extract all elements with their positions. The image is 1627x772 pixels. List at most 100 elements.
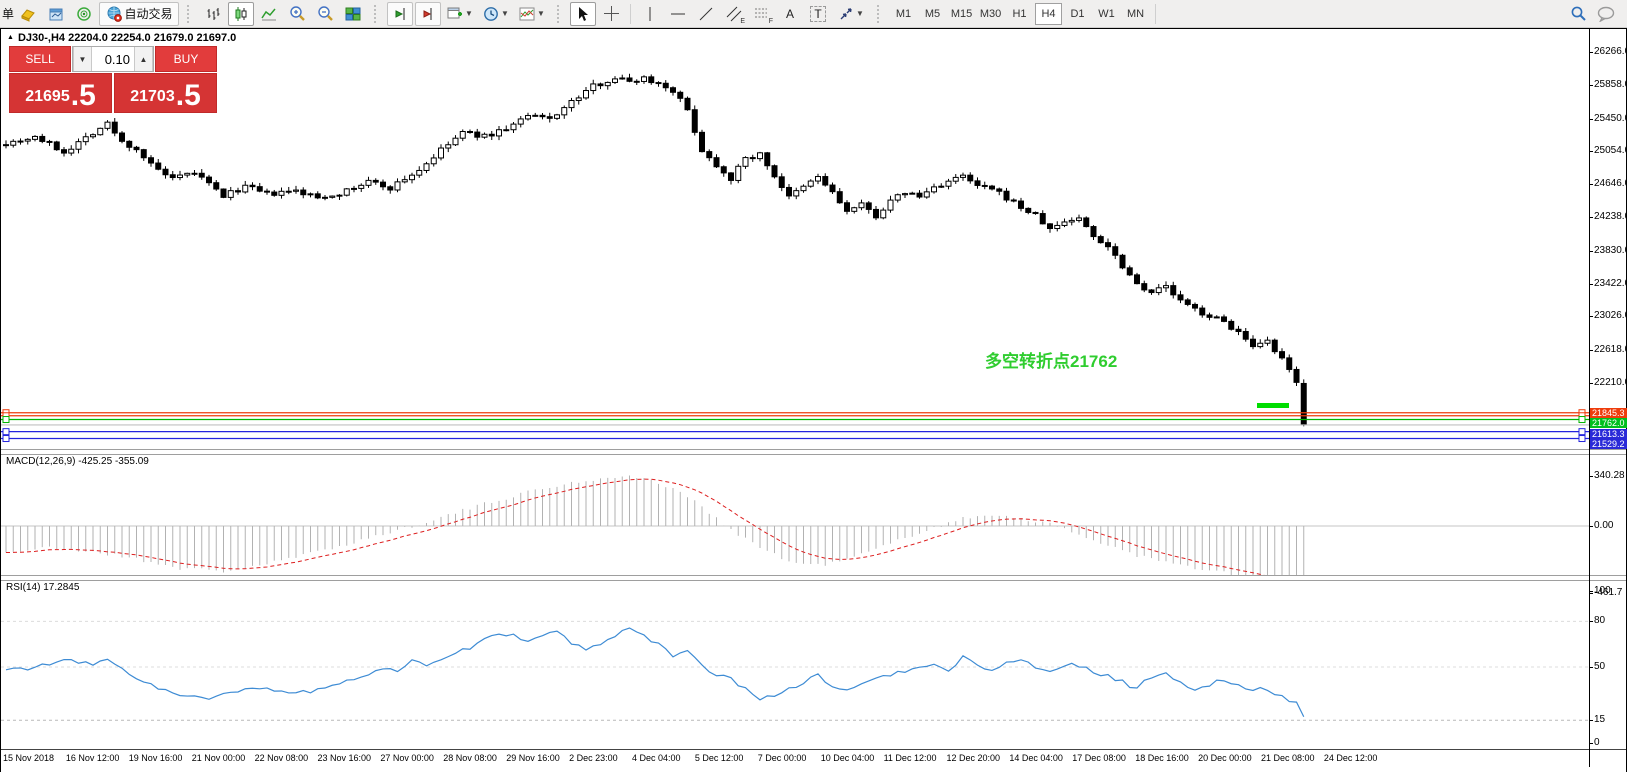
top-toolbar: 单 自动交易 [0,0,1627,28]
text-tool-icon[interactable]: A [777,2,803,26]
label-tool-label: T [810,6,825,22]
candlestick-chart[interactable] [1,29,1626,449]
new-chart-button[interactable]: ▼ [443,2,477,26]
volume-decrease-button[interactable]: ▼ [73,47,92,71]
vertical-line-tool-icon[interactable] [637,2,663,26]
cursor-tool-icon[interactable] [570,2,596,26]
macd-chart[interactable] [1,453,1626,575]
macd-axis-tick [1589,593,1593,594]
sell-price-display[interactable]: 21695 .5 [9,73,112,113]
volume-input[interactable]: 0.10 [92,47,134,71]
channel-sub-label: E [740,18,745,25]
auto-scroll-icon[interactable] [387,2,413,26]
time-axis-label: 4 Dec 04:00 [632,753,681,763]
buy-price-main: 21703 [130,88,175,112]
zoom-out-icon[interactable] [312,2,338,26]
chart-title: ▲ DJ30-,H4 22204.0 22254.0 21679.0 21697.… [7,32,236,44]
autotrading-button[interactable]: 自动交易 [99,2,179,26]
rsi-axis-label: 15 [1594,714,1605,725]
rsi-pane[interactable]: RSI(14) 17.2845 [1,579,1626,749]
toolbar-separator [630,4,631,24]
chart-shift-icon[interactable] [415,2,441,26]
fibonacci-tool-icon[interactable]: F [749,2,775,26]
time-axis-label: 24 Dec 12:00 [1324,753,1378,763]
dropdown-arrow-icon: ▼ [537,9,545,18]
search-icon[interactable] [1565,2,1591,26]
timeframe-button-h1[interactable]: H1 [1006,3,1033,25]
toolbar-separator [877,5,884,23]
time-axis-label: 28 Nov 08:00 [443,753,497,763]
trendline-tool-icon[interactable] [693,2,719,26]
sell-price-main: 21695 [25,88,70,112]
macd-pane[interactable]: MACD(12,26,9) -425.25 -355.09 [1,453,1626,575]
time-axis[interactable]: 15 Nov 201816 Nov 12:0019 Nov 16:0021 No… [1,749,1626,768]
time-axis-label: 18 Dec 16:00 [1135,753,1189,763]
sell-button[interactable]: SELL [9,46,71,72]
toolbar-separator [1155,4,1156,24]
time-axis-label: 2 Dec 23:00 [569,753,618,763]
rsi-axis-tick [1589,621,1593,622]
chart-annotation-text[interactable]: 多空转折点21762 [985,347,1117,372]
timeframe-toolbar: M1M5M15M30H1H4D1W1MN [889,3,1150,25]
volume-increase-button[interactable]: ▲ [134,47,153,71]
time-axis-label: 29 Nov 16:00 [506,753,560,763]
chat-icon[interactable] [1593,2,1619,26]
buy-price-display[interactable]: 21703 .5 [114,73,217,113]
timeframe-button-m1[interactable]: M1 [890,3,917,25]
time-axis-label: 11 Dec 12:00 [884,753,937,763]
arrows-tool-icon[interactable]: ▼ [833,2,869,26]
macd-axis-label: 0.00 [1594,520,1613,531]
timeframe-button-m30[interactable]: M30 [977,3,1004,25]
autotrading-icon [106,6,122,22]
main-price-pane[interactable]: ▲ DJ30-,H4 22204.0 22254.0 21679.0 21697.… [1,29,1626,449]
rsi-chart[interactable] [1,579,1626,749]
horizontal-line-tool-icon[interactable] [665,2,691,26]
timeframe-button-d1[interactable]: D1 [1064,3,1091,25]
new-order-button[interactable]: 单 [2,5,14,22]
zoom-in-icon[interactable] [284,2,310,26]
price-axis-label: 25054.0 [1594,145,1627,156]
dropdown-arrow-icon: ▼ [465,9,473,18]
price-axis-label: 23026.0 [1594,310,1627,321]
mt4-application: 单 自动交易 [0,0,1627,772]
time-axis-label: 5 Dec 12:00 [695,753,744,763]
bar-chart-type-icon[interactable] [200,2,226,26]
price-axis-label: 23422.0 [1594,278,1627,289]
timeframe-button-mn[interactable]: MN [1122,3,1149,25]
price-tag: 21762.0 [1590,418,1627,428]
time-axis-label: 19 Nov 16:00 [129,753,183,763]
collapse-arrow-icon[interactable]: ▲ [7,34,14,41]
rsi-axis-label: 0 [1594,737,1600,748]
time-axis-label: 7 Dec 00:00 [758,753,807,763]
market-watch-icon[interactable] [15,2,41,26]
price-tag: 21613.3 [1590,429,1627,439]
toolbar-separator [557,5,564,23]
rsi-axis-tick [1589,720,1593,721]
dropdown-arrow-icon: ▼ [856,9,864,18]
timeframe-button-m5[interactable]: M5 [919,3,946,25]
text-label-tool-icon[interactable]: T [805,2,831,26]
timeframe-button-w1[interactable]: W1 [1093,3,1120,25]
chart-window: ▲ DJ30-,H4 22204.0 22254.0 21679.0 21697.… [0,28,1627,772]
timeframe-button-h4[interactable]: H4 [1035,3,1062,25]
rsi-axis-tick [1589,743,1593,744]
data-window-icon[interactable] [71,2,97,26]
timeframe-button-m15[interactable]: M15 [948,3,975,25]
crosshair-tool-icon[interactable] [598,2,624,26]
candlestick-chart-type-icon[interactable] [228,2,254,26]
one-click-trading-panel: SELL ▼ 0.10 ▲ BUY 21695 .5 21703 [9,46,217,113]
time-axis-label: 22 Nov 08:00 [255,753,309,763]
chart-title-text: DJ30-,H4 22204.0 22254.0 21679.0 21697.0 [18,32,236,44]
tile-windows-icon[interactable] [340,2,366,26]
chart-window-icon[interactable] [43,2,69,26]
period-selector-button[interactable]: ▼ [479,2,513,26]
buy-button[interactable]: BUY [155,46,217,72]
rsi-axis-label: 80 [1594,615,1605,626]
macd-axis-label: 340.28 [1594,470,1625,481]
time-axis-label: 17 Dec 08:00 [1072,753,1126,763]
indicators-button[interactable]: ▼ [515,2,549,26]
time-axis-label: 15 Nov 2018 [3,753,54,763]
line-chart-type-icon[interactable] [256,2,282,26]
equidistant-channel-tool-icon[interactable]: E [721,2,747,26]
time-axis-label: 10 Dec 04:00 [821,753,875,763]
